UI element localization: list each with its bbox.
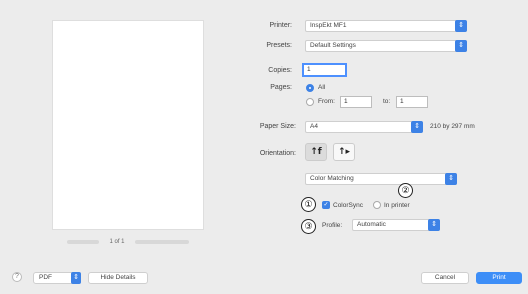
page-count-text: 1 of 1: [109, 239, 125, 245]
page-preview: [52, 20, 204, 230]
presets-select[interactable]: Default Settings ⇕: [305, 40, 467, 52]
chevron-updown-icon: ⇕: [428, 219, 440, 231]
section-menu-value: Color Matching: [310, 175, 354, 182]
printer-value: InspEkt MF1: [310, 22, 347, 29]
pages-range-radio[interactable]: [306, 98, 314, 106]
profile-select[interactable]: Automatic ⇕: [352, 219, 440, 231]
section-menu-select[interactable]: Color Matching ⇕: [305, 173, 457, 185]
orientation-label: Orientation:: [259, 150, 296, 157]
copies-label: Copies:: [268, 67, 292, 74]
chevron-updown-icon: ⇕: [455, 40, 467, 52]
callout-3: ③: [301, 219, 316, 234]
chevron-down-icon: ⇕: [71, 272, 81, 284]
colorsync-label: ColorSync: [333, 202, 363, 209]
profile-value: Automatic: [357, 221, 386, 228]
cancel-button[interactable]: Cancel: [421, 272, 469, 284]
print-button[interactable]: Print: [476, 272, 522, 284]
pdf-label: PDF: [39, 274, 52, 281]
print-dialog: 1 of 1 Printer: InspEkt MF1 ⇕ Presets: D…: [0, 0, 528, 294]
pages-all-radio[interactable]: [306, 84, 314, 92]
pages-from-field[interactable]: 1: [340, 96, 372, 108]
pages-label: Pages:: [270, 84, 292, 91]
paper-size-value: A4: [310, 123, 318, 130]
chevron-updown-icon: ⇕: [455, 20, 467, 32]
callout-2: ②: [398, 183, 413, 198]
next-page-control[interactable]: [134, 240, 189, 244]
portrait-orientation-button[interactable]: ↑f: [305, 143, 327, 161]
chevron-updown-icon: ⇕: [445, 173, 457, 185]
callout-1: ①: [301, 197, 316, 212]
pages-all-label: All: [318, 84, 326, 91]
profile-label: Profile:: [322, 222, 343, 229]
presets-label: Presets:: [266, 42, 292, 49]
paper-dimensions-text: 210 by 297 mm: [430, 123, 475, 130]
copies-field[interactable]: 1: [302, 63, 347, 77]
help-button[interactable]: ?: [12, 272, 22, 282]
landscape-orientation-button[interactable]: ↑▸: [333, 143, 355, 161]
pages-from-label: From:: [318, 98, 335, 105]
pages-to-field[interactable]: 1: [396, 96, 428, 108]
paper-size-label: Paper Size:: [259, 123, 296, 130]
chevron-updown-icon: ⇕: [411, 121, 423, 133]
printer-select[interactable]: InspEkt MF1 ⇕: [305, 20, 467, 32]
in-printer-radio[interactable]: [373, 201, 381, 209]
colorsync-checkbox[interactable]: ✓: [322, 201, 330, 209]
paper-size-select[interactable]: A4 ⇕: [305, 121, 423, 133]
presets-value: Default Settings: [310, 42, 356, 49]
in-printer-label: In printer: [384, 202, 410, 209]
pages-to-label: to:: [383, 98, 391, 105]
printer-label: Printer:: [269, 22, 292, 29]
pdf-menu-button[interactable]: PDF ⇕: [33, 272, 81, 284]
preview-page-navigation: 1 of 1: [52, 238, 204, 246]
hide-details-button[interactable]: Hide Details: [88, 272, 148, 284]
previous-page-control[interactable]: [67, 240, 100, 244]
